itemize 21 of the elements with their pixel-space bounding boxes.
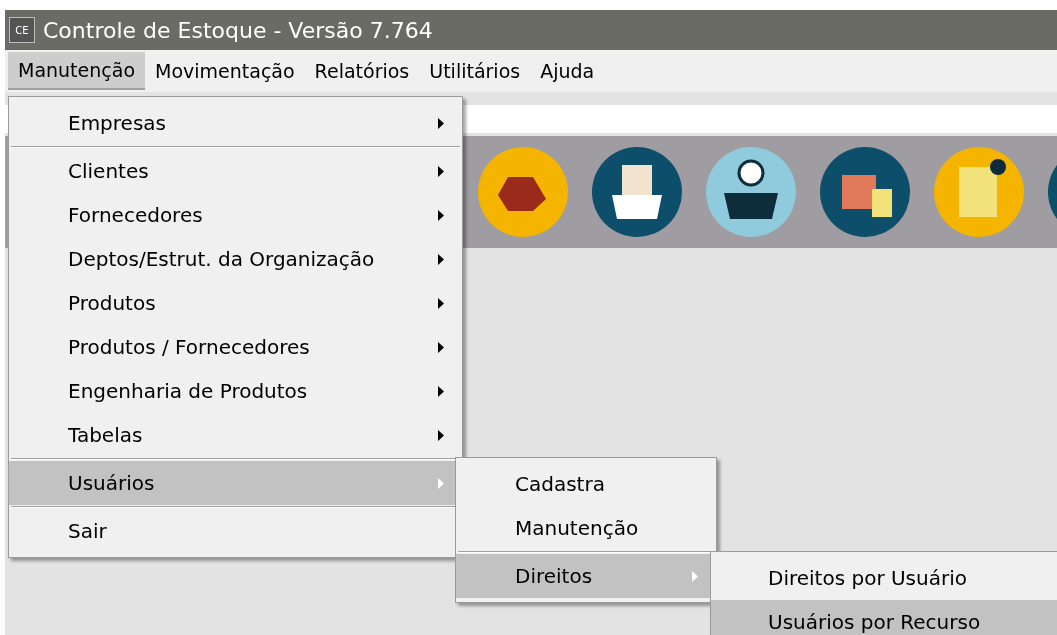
- menu-bar-item[interactable]: Utilitários: [419, 52, 531, 90]
- menu-bar-item[interactable]: Manutenção: [8, 52, 145, 90]
- menu-item[interactable]: Produtos / Fornecedores: [9, 325, 462, 369]
- menu-bar-item[interactable]: Ajuda: [530, 52, 605, 90]
- menu-item[interactable]: Empresas: [9, 101, 462, 145]
- toolbar-icon[interactable]: [706, 147, 796, 237]
- menu-item[interactable]: Usuários por Recurso: [711, 600, 1057, 635]
- menu-item[interactable]: Produtos: [9, 281, 462, 325]
- window-title: Controle de Estoque - Versão 7.764: [43, 16, 433, 45]
- toolbar-icon[interactable]: [820, 147, 910, 237]
- menu-bar-item[interactable]: Relatórios: [304, 52, 420, 90]
- app-icon: CE: [9, 17, 35, 43]
- toolbar-icon[interactable]: [592, 147, 682, 237]
- menu-item[interactable]: Engenharia de Produtos: [9, 369, 462, 413]
- toolbar-icon[interactable]: [934, 147, 1024, 237]
- menu-item[interactable]: Deptos/Estrut. da Organização: [9, 237, 462, 281]
- menu-item[interactable]: Fornecedores: [9, 193, 462, 237]
- menu-item[interactable]: Clientes: [9, 149, 462, 193]
- menu-bar-item[interactable]: Movimentação: [145, 52, 305, 90]
- menu-item[interactable]: Manutenção: [456, 506, 716, 550]
- menu-item[interactable]: Tabelas: [9, 413, 462, 457]
